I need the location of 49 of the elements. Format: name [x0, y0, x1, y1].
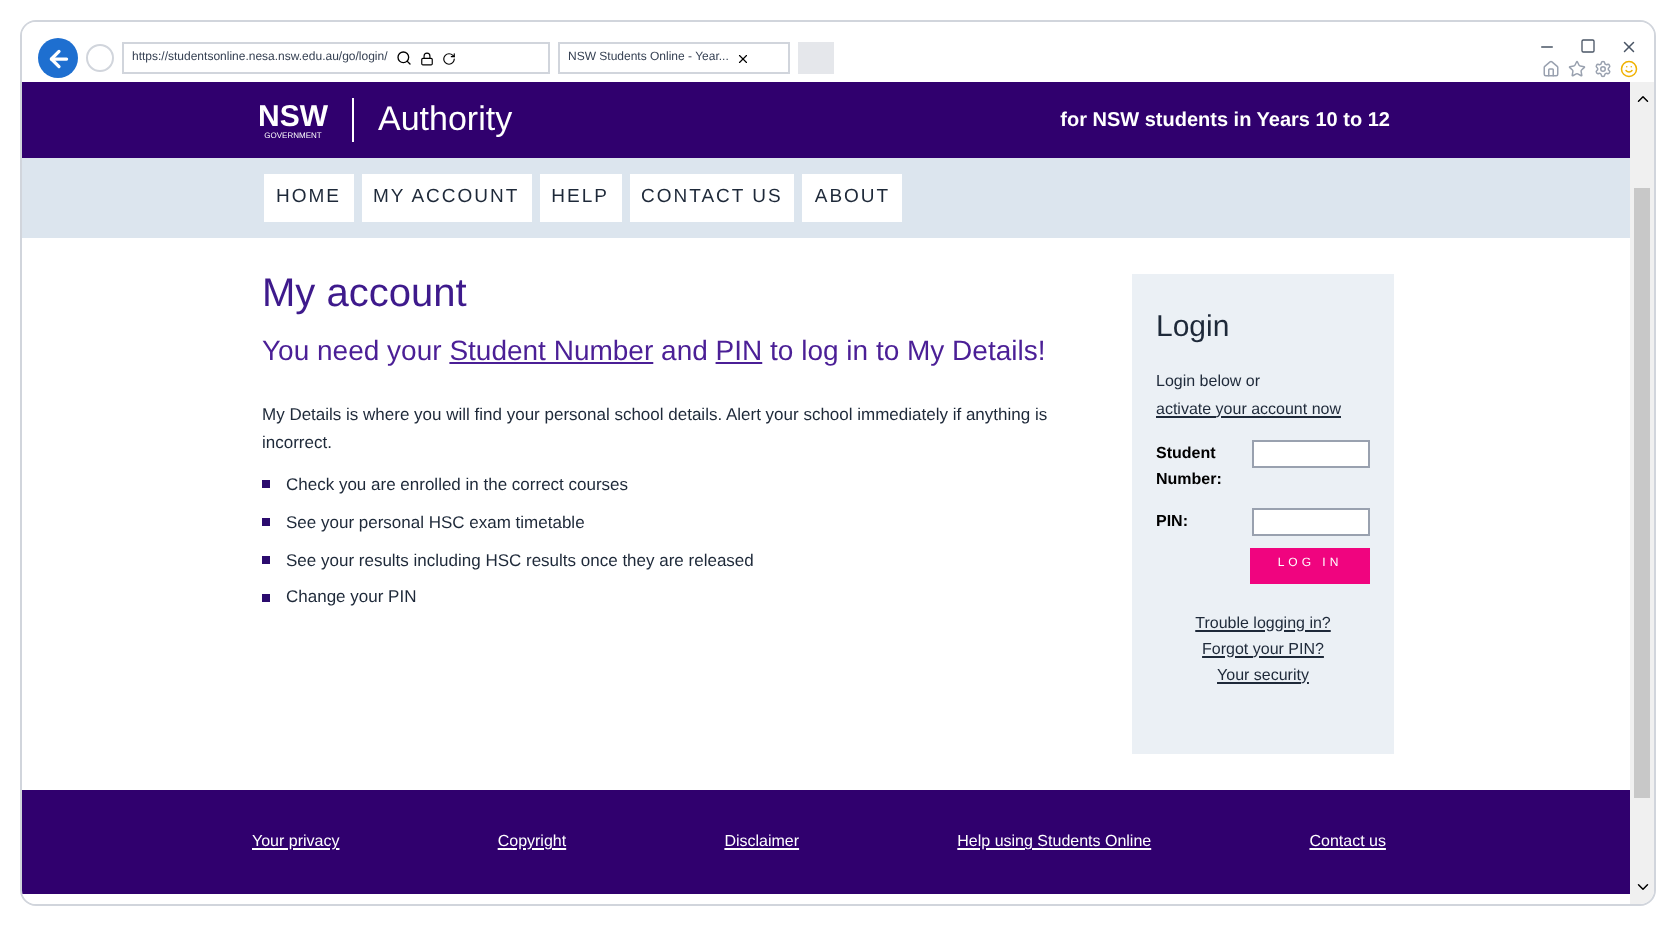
- maximize-icon[interactable]: [1580, 38, 1596, 54]
- login-title: Login: [1156, 308, 1232, 348]
- login-support-link[interactable]: Trouble logging in?: [1195, 611, 1331, 635]
- activate-link[interactable]: activate your account now: [1156, 395, 1341, 423]
- bullet-icon: [262, 593, 270, 602]
- subtitle-link[interactable]: Student Number: [449, 334, 654, 366]
- nav-link[interactable]: MY ACCOUNT: [361, 174, 532, 222]
- intro-paragraph: My Details is where you will find your personal school details. Alert your school immediately if anything is incorrect.: [262, 402, 1050, 456]
- close-icon[interactable]: [736, 51, 751, 65]
- lock-icon: [419, 51, 434, 65]
- home-icon[interactable]: [1542, 60, 1560, 78]
- footer-link[interactable]: Copyright: [497, 830, 567, 854]
- star-icon[interactable]: [1568, 60, 1586, 78]
- page-subtitle: You need your Student Number and PIN to log in to My Details!: [262, 332, 1048, 370]
- nav-link[interactable]: CONTACT US: [629, 174, 795, 222]
- login-support-link[interactable]: Your security: [1217, 663, 1309, 687]
- subtitle-link[interactable]: PIN: [715, 334, 763, 366]
- field-label: PIN:: [1156, 509, 1190, 533]
- bullet-text: Check you are enrolled in the correct courses: [286, 472, 629, 498]
- authority-name: Authority: [378, 98, 513, 143]
- search-icon[interactable]: [395, 50, 412, 66]
- nav-link[interactable]: HOME: [264, 174, 353, 222]
- login-intro: Login below or activate your account now: [1156, 367, 1370, 423]
- footer-link[interactable]: Contact us: [1309, 830, 1386, 854]
- nav-link[interactable]: ABOUT: [802, 174, 903, 222]
- footer-link[interactable]: Disclaimer: [724, 830, 800, 854]
- bullet-text: Change your PIN: [286, 584, 417, 610]
- bullet-icon: [262, 555, 270, 564]
- page-title: My account: [262, 274, 469, 314]
- scrollbar[interactable]: [1630, 82, 1654, 904]
- login-support-link[interactable]: Forgot your PIN?: [1202, 637, 1324, 661]
- tagline: for NSW students in Years 10 to 12: [1060, 107, 1390, 135]
- scroll-down-icon[interactable]: [1633, 878, 1651, 896]
- refresh-icon[interactable]: [441, 51, 456, 65]
- close-icon[interactable]: [1620, 38, 1638, 56]
- input-field[interactable]: [1252, 439, 1370, 467]
- bullet-text: See your personal HSC exam timetable: [286, 509, 585, 535]
- field-label: Student Number:: [1156, 441, 1224, 491]
- back-button[interactable]: [38, 38, 78, 78]
- nav-link[interactable]: HELP: [539, 174, 621, 222]
- input-field[interactable]: [1252, 507, 1370, 535]
- scroll-up-icon[interactable]: [1633, 90, 1651, 108]
- footer-link[interactable]: Help using Students Online: [957, 830, 1152, 854]
- bullet-icon: [262, 480, 270, 489]
- footer-link[interactable]: Your privacy: [252, 830, 340, 854]
- bullet-text: See your results including HSC results once they are released: [286, 547, 754, 573]
- settings-icon[interactable]: [1594, 60, 1612, 78]
- back-arrow-icon: [45, 45, 71, 71]
- bullet-icon: [262, 518, 270, 527]
